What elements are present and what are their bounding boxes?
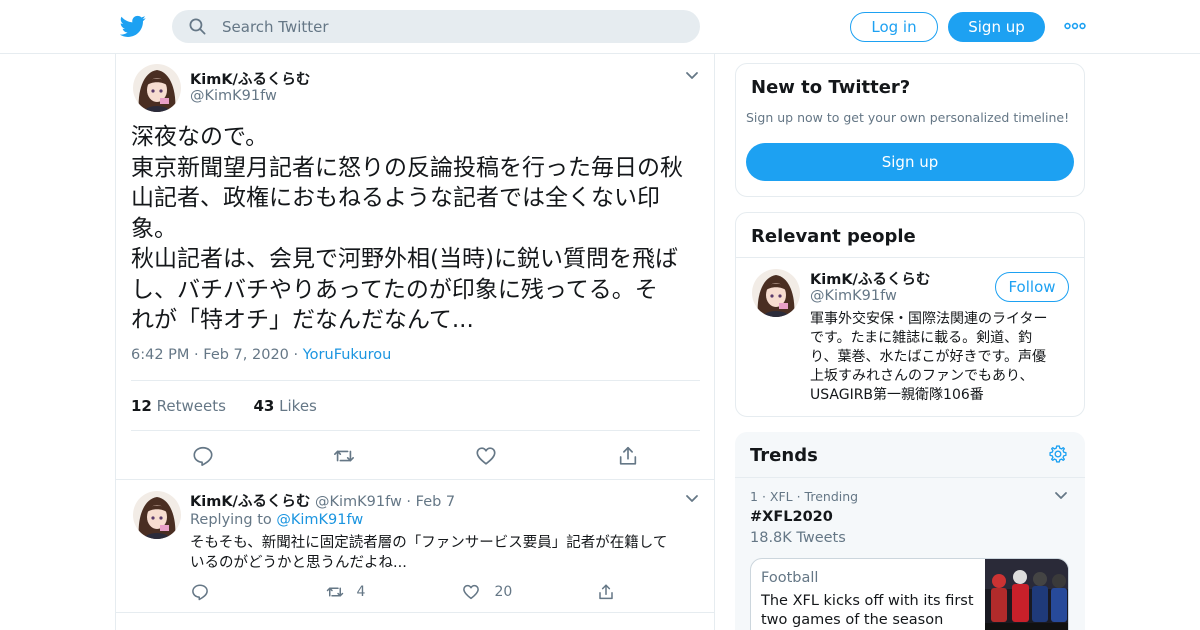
likes-count: 43 (253, 397, 275, 415)
reply-text-line: いるのがどうかと思うんだよね... (190, 555, 407, 571)
trend-hashtag[interactable]: #XFL2020 (750, 509, 833, 525)
trend-topic: XFL (769, 489, 793, 504)
share-icon[interactable] (617, 445, 639, 467)
tweet-author-handle[interactable]: @KimK91fw (190, 88, 277, 104)
gear-icon[interactable] (1048, 444, 1068, 464)
trends-card: Trends 1 · XFL · Trending #XFL2020 18.8K… (735, 432, 1085, 630)
reply-header: KimK/ふるくらむ @KimK91fw · Feb 7 (190, 494, 456, 510)
trend-status: Trending (804, 489, 859, 504)
tweet-text-line: 象。 (131, 215, 177, 242)
reply-text-line: そもそも、新聞社に固定読者層の「ファンサービス要員」記者が在籍して (190, 535, 668, 551)
news-category: Football (761, 570, 819, 586)
likes-label: Likes (279, 397, 317, 415)
replying-to: Replying to @KimK91fw (190, 512, 363, 528)
tweet-meta: 6:42 PM · Feb 7, 2020 · YoruFukurou (131, 347, 392, 363)
divider (116, 479, 714, 480)
tweet-text-line: 秋山記者は、会見で河野外相(当時)に鋭い質問を飛ば (131, 246, 678, 272)
divider (131, 430, 700, 431)
new-to-twitter-title: New to Twitter? (751, 77, 911, 98)
reply-author-name[interactable]: KimK/ふるくらむ (190, 494, 310, 510)
tweet-text-line: れが「特オチ」だなんだなんて... (131, 307, 474, 333)
trend-news-card[interactable]: Football The XFL kicks off with its firs… (750, 558, 1069, 630)
tweet-author-name[interactable]: KimK/ふるくらむ (190, 68, 310, 89)
reply-action[interactable] (191, 582, 209, 602)
replying-to-handle[interactable]: @KimK91fw (276, 512, 363, 528)
top-header: Log in Sign up (0, 0, 1200, 54)
avatar[interactable] (133, 64, 181, 112)
new-to-twitter-subtitle: Sign up now to get your own personalized… (746, 110, 1070, 125)
tweet-text-line: し、バチバチやりあってたのが印象に残ってる。そ (131, 276, 658, 303)
reply-like-count: 20 (494, 584, 513, 600)
chevron-down-icon[interactable] (685, 494, 699, 504)
retweets-label: Retweets (156, 397, 226, 415)
relevant-people-card: Relevant people KimK/ふるくらむ @KimK91fw Fol… (735, 212, 1085, 417)
tweet-text-line: 東京新聞望月記者に怒りの反論投稿を行った毎日の秋 (131, 154, 683, 181)
twitter-bird-icon[interactable] (120, 13, 146, 39)
search-bar[interactable] (172, 10, 700, 43)
search-input[interactable] (222, 10, 682, 43)
like-action[interactable]: 20 (462, 582, 512, 602)
bio-line: USAGIRB第一親衛隊106番 (810, 387, 984, 403)
tweet-text-line: 山記者、政権におもねるような記者では全くない印 (131, 185, 660, 211)
trend-tweet-count: 18.8K Tweets (750, 530, 846, 546)
news-title-line: two games of the season (761, 612, 944, 628)
news-title-line: The XFL kicks off with its first (761, 593, 974, 609)
bio-line: 軍事外交安保・国際法関連のライター (810, 311, 1048, 327)
share-icon (599, 584, 613, 600)
divider (116, 612, 714, 613)
tweet-source-link[interactable]: YoruFukurou (303, 347, 392, 363)
person-bio: 軍事外交安保・国際法関連のライター です。たまに雑誌に載る。剣道、釣 り、葉巻、… (810, 310, 1078, 405)
like-icon[interactable] (475, 445, 497, 467)
news-thumbnail (985, 559, 1068, 630)
news-title: The XFL kicks off with its first two gam… (761, 592, 981, 630)
chevron-down-icon[interactable] (685, 71, 699, 81)
bio-line: 上坂すみれさんのファンでもあり、 (810, 368, 1034, 384)
reply-date[interactable]: Feb 7 (416, 494, 456, 510)
reply-icon (192, 584, 208, 601)
signup-button[interactable]: Sign up (948, 12, 1045, 42)
trends-title: Trends (750, 445, 818, 466)
tweet-text-line: 深夜なので。 (131, 124, 269, 150)
tweet-time[interactable]: 6:42 PM (131, 347, 189, 363)
like-icon (463, 584, 479, 600)
trend-meta: 1 · XFL · Trending (750, 489, 859, 504)
main-column: KimK/ふるくらむ @KimK91fw 深夜なので。 東京新聞望月記者に怒りの… (115, 54, 715, 630)
search-icon (189, 18, 206, 35)
retweet-icon[interactable] (333, 445, 355, 467)
retweets-count: 12 (131, 397, 152, 415)
retweet-icon (326, 587, 344, 597)
tweet-date[interactable]: Feb 7, 2020 (203, 347, 289, 363)
divider (131, 380, 700, 381)
reply-author-handle[interactable]: @KimK91fw (315, 494, 402, 510)
tweet-text: 深夜なので。 東京新聞望月記者に怒りの反論投稿を行った毎日の秋 山記者、政権にお… (131, 122, 701, 336)
retweets-stat[interactable]: 12 Retweets (131, 397, 226, 415)
divider (735, 477, 1085, 478)
follow-button[interactable]: Follow (995, 272, 1069, 302)
divider (736, 257, 1084, 258)
reply-icon[interactable] (192, 445, 214, 467)
relevant-people-title: Relevant people (751, 226, 916, 247)
reply-retweet-count: 4 (356, 584, 366, 600)
bio-line: り、葉巻、水たばこが好きです。声優 (810, 349, 1047, 365)
trend-rank: 1 (750, 489, 758, 504)
more-dots-icon[interactable] (1064, 20, 1086, 32)
avatar[interactable] (752, 269, 800, 317)
likes-stat[interactable]: 43 Likes (254, 397, 317, 415)
avatar[interactable] (133, 491, 181, 539)
retweet-action[interactable]: 4 (326, 582, 365, 602)
person-name[interactable]: KimK/ふるくらむ (810, 268, 930, 289)
tweet-stats: 12 Retweets 43 Likes (131, 397, 317, 415)
share-action[interactable] (597, 582, 615, 602)
reply-text: そもそも、新聞社に固定読者層の「ファンサービス要員」記者が在籍して いるのがどう… (190, 533, 700, 573)
new-to-twitter-card: New to Twitter? Sign up now to get your … (735, 63, 1085, 197)
replying-to-label: Replying to (190, 512, 272, 528)
chevron-down-icon[interactable] (1054, 491, 1068, 501)
sidebar-signup-button[interactable]: Sign up (746, 143, 1074, 181)
bio-line: です。たまに雑誌に載る。剣道、釣 (810, 330, 1033, 346)
login-button[interactable]: Log in (850, 12, 938, 42)
person-handle[interactable]: @KimK91fw (810, 288, 897, 304)
